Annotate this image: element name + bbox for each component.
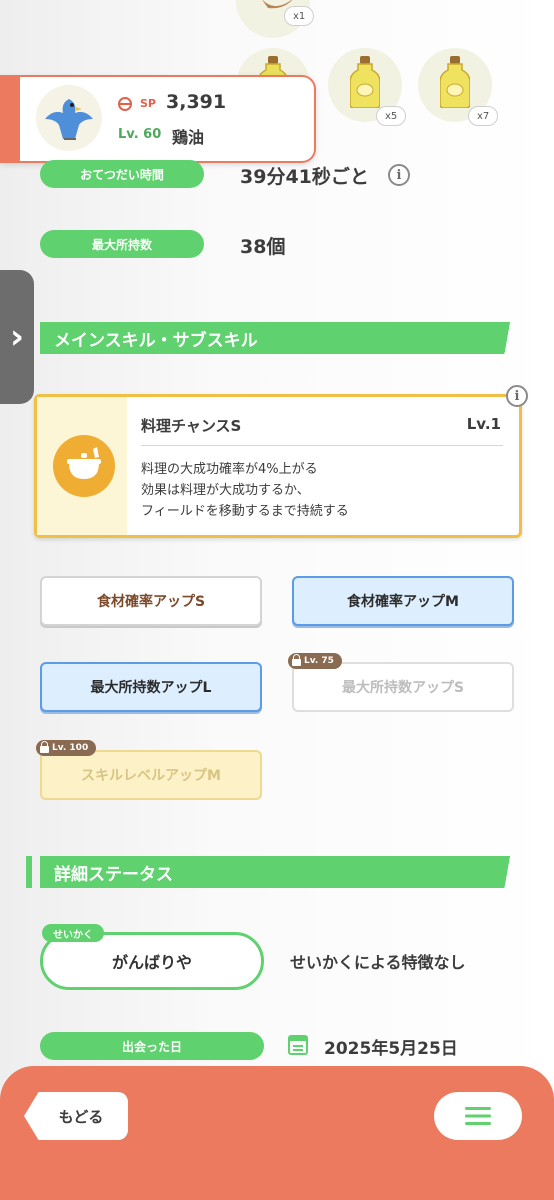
- max-carry-value: 38個: [240, 236, 286, 258]
- met-date-label: 出会った日: [40, 1032, 264, 1060]
- lock-level-text: Lv. 75: [304, 656, 334, 666]
- skill-info-icon[interactable]: i: [506, 385, 528, 407]
- met-date-value: 2025年5月25日: [324, 1039, 458, 1059]
- lock-level-badge: Lv. 75: [288, 653, 342, 669]
- calendar-icon: [288, 1035, 308, 1055]
- skill-icon-panel: [37, 397, 127, 535]
- details-section-header: 詳細ステータス: [40, 856, 524, 888]
- ingredient-count-badge: x7: [468, 106, 499, 126]
- sub-skill-ingredient-finder-s[interactable]: 食材確率アップS: [40, 576, 262, 626]
- description-line: フィールドを移動するまで持続する: [141, 504, 349, 519]
- main-skill-name: 料理チャンスS: [141, 417, 242, 435]
- info-icon[interactable]: i: [388, 164, 410, 186]
- sp-value: 3,391: [166, 91, 227, 113]
- section-accent-bar: [26, 856, 32, 888]
- sub-skill-skill-level-up-m[interactable]: スキルレベルアップM: [40, 750, 262, 800]
- side-expand-tab[interactable]: ›: [0, 270, 34, 404]
- main-skill-card[interactable]: 料理チャンスS Lv.1 料理の大成功確率が4%上がる 効果は料理が大成功するか…: [34, 394, 522, 538]
- skill-divider: [141, 445, 503, 446]
- menu-button[interactable]: [434, 1092, 522, 1140]
- pokemon-name: 鶏油: [172, 128, 205, 147]
- sp-label: SP: [140, 97, 156, 110]
- description-line: 料理の大成功確率が4%上がる: [141, 462, 318, 477]
- pokemon-detail-screen: x1 x5 x7 SP 3,391 Lv. 60 鶏油 おてつだい時間 39分4…: [0, 0, 554, 1200]
- main-skill-description: 料理の大成功確率が4%上がる 効果は料理が大成功するか、 フィールドを移動するま…: [141, 459, 349, 522]
- sub-skill-inventory-up-l[interactable]: 最大所持数アップL: [40, 662, 262, 712]
- main-skill-level: Lv.1: [466, 415, 501, 433]
- oil-bottle-icon: [440, 56, 470, 108]
- pokemon-info-card[interactable]: SP 3,391 Lv. 60 鶏油: [0, 75, 316, 163]
- nature-effect: せいかくによる特徴なし: [290, 953, 466, 972]
- lock-icon: [40, 741, 49, 753]
- sub-skill-ingredient-finder-m[interactable]: 食材確率アップM: [292, 576, 514, 626]
- details-section-title: 詳細ステータス: [54, 864, 173, 885]
- nature-value: がんばりや: [111, 953, 192, 972]
- ingredient-item-1: x1: [236, 0, 315, 38]
- pokemon-level: Lv. 60: [118, 127, 162, 142]
- ingredient-count-badge: x5: [376, 106, 407, 126]
- chevron-right-icon: ›: [9, 317, 24, 357]
- help-time-value: 39分41秒ごと: [240, 166, 369, 188]
- bird-pokemon-icon: [45, 99, 93, 140]
- back-button[interactable]: もどる: [24, 1092, 128, 1140]
- ingredient-item-4: x7: [418, 48, 499, 126]
- cooking-pot-icon: [53, 435, 115, 497]
- ingredient-item-3: x5: [328, 48, 407, 126]
- skills-section-title: メインスキル・サブスキル: [54, 330, 258, 351]
- max-carry-label: 最大所持数: [40, 230, 204, 258]
- lock-level-text: Lv. 100: [52, 743, 89, 753]
- back-button-label: もどる: [58, 1107, 104, 1126]
- hamburger-menu-icon: [465, 1107, 491, 1125]
- pokemon-avatar: [36, 85, 102, 151]
- nature-tag: せいかく: [42, 924, 104, 942]
- lock-level-badge: Lv. 100: [36, 740, 97, 756]
- lock-icon: [292, 654, 301, 666]
- oil-bottle-icon: [350, 56, 380, 108]
- sp-icon: [118, 97, 132, 111]
- ingredient-count-badge: x1: [284, 6, 315, 26]
- skills-section-header: メインスキル・サブスキル: [40, 322, 524, 354]
- help-time-label: おてつだい時間: [40, 160, 204, 188]
- description-line: 効果は料理が大成功するか、: [141, 483, 310, 498]
- sub-skill-inventory-up-s[interactable]: 最大所持数アップS: [292, 662, 514, 712]
